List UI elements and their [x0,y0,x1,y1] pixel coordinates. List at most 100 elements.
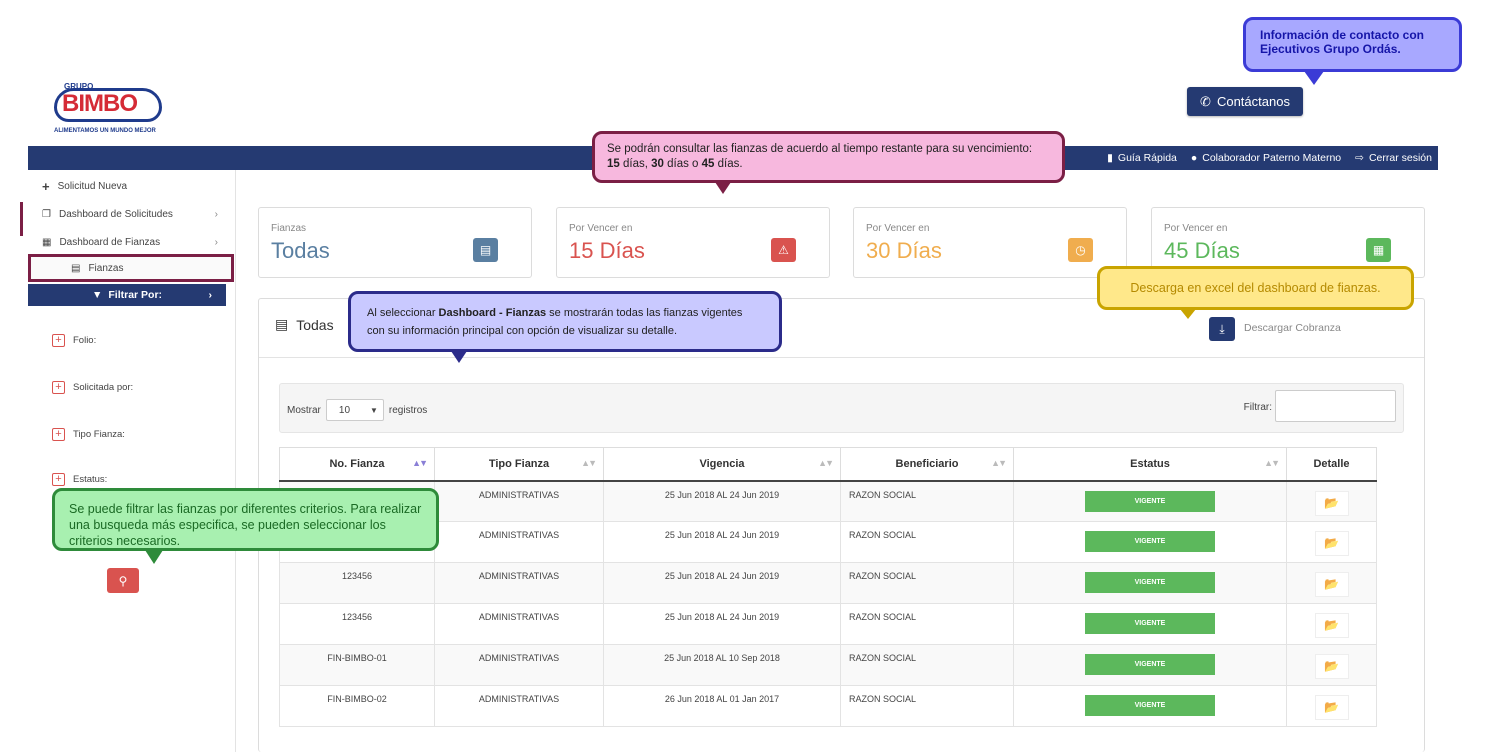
callout-text: Se puede filtrar las fianzas por diferen… [69,502,422,548]
document-icon: ▤ [71,262,81,274]
folder-open-icon[interactable]: 📂 [1314,695,1349,720]
status-badge: VIGENTE [1085,531,1215,552]
cell-beneficiario: RAZON SOCIAL [840,644,1014,686]
cell-detalle: 📂 [1286,521,1377,563]
book-icon: ▮ [1107,152,1113,164]
callout-bold-30: 30 [651,158,664,170]
status-badge: VIGENTE [1085,654,1215,675]
folder-open-icon[interactable]: 📂 [1314,490,1349,516]
column-beneficiario[interactable]: Beneficiario ▲▼ [840,447,1014,482]
callout-tail [145,550,163,564]
sidebar-item-dashboard-solicitudes[interactable]: ❐ Dashboard de Solicitudes › [28,201,228,227]
sidebar-subitem-label: Fianzas [88,262,124,274]
download-label[interactable]: Descargar Cobranza [1244,322,1341,334]
expand-plus-icon[interactable]: + [52,473,65,486]
cell-detalle: 📂 [1286,685,1377,727]
sidebar-active-marker [20,202,23,236]
cell-beneficiario: RAZON SOCIAL [840,603,1014,645]
table-toolbar: Mostrar 10 ▼ registros Filtrar: [279,383,1404,433]
user-name: Colaborador Paterno Materno [1202,152,1342,164]
page-size-select[interactable]: 10 ▼ [325,399,384,421]
filter-criterion-label: Estatus: [73,474,108,485]
column-estatus[interactable]: Estatus ▲▼ [1013,447,1287,482]
column-vigencia[interactable]: Vigencia ▲▼ [603,447,841,482]
filter-criterion-label: Folio: [73,335,97,346]
table-row: FIN-BIMBO-01 ADMINISTRATIVAS 25 Jun 2018… [279,644,1377,686]
column-no-fianza[interactable]: No. Fianza ▲▼ [279,447,435,482]
caret-down-icon: ▼ [369,405,378,415]
search-button[interactable]: ⚲ [107,568,139,593]
callout-text: Información de contacto con Ejecutivos G… [1260,28,1425,56]
clock-icon: ◷ [1068,238,1093,262]
top-nav-links: ▮ Guía Rápida ● Colaborador Paterno Matern… [1107,146,1432,170]
download-button[interactable]: ⤓ [1209,317,1235,341]
folder-open-icon[interactable]: 📂 [1314,613,1349,638]
search-icon: ⚲ [118,573,128,588]
cell-no-fianza: FIN-BIMBO-02 [279,685,435,727]
expand-plus-icon[interactable]: + [52,334,65,347]
cell-beneficiario: RAZON SOCIAL [840,562,1014,604]
cell-no-fianza: FIN-BIMBO-01 [279,644,435,686]
column-label: Beneficiario [895,457,959,470]
download-icon: ⤓ [1219,321,1225,336]
filter-panel-header[interactable]: ▼ Filtrar Por: › [28,284,226,306]
callout-bold-15: 15 [607,158,620,170]
callout-bold: Dashboard - Fianzas [438,307,547,319]
page-size-value: 10 [338,404,351,416]
filter-criterion-tipo-fianza[interactable]: + Tipo Fianza: [52,428,125,441]
filter-criterion-folio[interactable]: + Folio: [52,334,96,347]
logout-link[interactable]: ⇨ Cerrar sesión [1355,152,1432,164]
contact-button[interactable]: ✆ Contáctanos [1187,87,1303,116]
cell-estatus: VIGENTE [1013,685,1287,727]
cell-beneficiario: RAZON SOCIAL [840,685,1014,727]
folder-open-icon[interactable]: 📂 [1314,572,1349,597]
quick-guide-link[interactable]: ▮ Guía Rápida [1107,152,1177,164]
cell-no-fianza: 123456 [279,562,435,604]
sidebar-item-label: Solicitud Nueva [57,180,128,192]
user-menu[interactable]: ● Colaborador Paterno Materno [1191,152,1341,164]
cell-vigencia: 25 Jun 2018 AL 10 Sep 2018 [603,644,841,686]
callout-text: Al seleccionar [367,307,439,319]
show-label: Mostrar [287,404,321,416]
grid-icon: ▦ [1366,238,1391,262]
card-30-dias[interactable]: Por Vencer en 30 Días ◷ [853,207,1127,278]
callout-filtros: Se puede filtrar las fianzas por diferen… [52,488,439,564]
filter-input[interactable] [1275,390,1396,422]
folder-open-icon[interactable]: 📂 [1314,654,1349,679]
quick-guide-label: Guía Rápida [1117,152,1177,164]
cell-beneficiario: RAZON SOCIAL [840,521,1014,563]
column-label: Estatus [1130,457,1170,470]
filter-criterion-solicitada-por[interactable]: + Solicitada por: [52,381,133,394]
sidebar-subitem-fianzas[interactable]: ▤ Fianzas [28,254,234,282]
folder-open-icon[interactable]: 📂 [1314,531,1349,556]
logout-label: Cerrar sesión [1368,152,1432,164]
sort-icon: ▲▼ [1264,458,1280,468]
card-label: Por Vencer en [866,223,930,234]
callout-text: días. [714,158,743,170]
card-label: Fianzas [271,223,307,234]
cell-vigencia: 25 Jun 2018 AL 24 Jun 2019 [603,480,841,522]
expand-plus-icon[interactable]: + [52,381,65,394]
column-tipo-fianza[interactable]: Tipo Fianza ▲▼ [434,447,604,482]
card-value: 15 Días [569,238,645,263]
sort-icon: ▲▼ [991,458,1007,468]
filter-criterion-estatus[interactable]: + Estatus: [52,473,107,486]
cell-estatus: VIGENTE [1013,480,1287,522]
filter-label: Filtrar: [1243,402,1272,413]
sidebar-item-label: Dashboard de Solicitudes [58,208,173,220]
sidebar-item-solicitud-nueva[interactable]: + Solicitud Nueva [28,173,228,199]
sort-icon: ▲▼ [581,458,597,468]
expand-plus-icon[interactable]: + [52,428,65,441]
status-badge: VIGENTE [1085,695,1215,716]
user-icon: ● [1190,152,1198,164]
sidebar-item-dashboard-fianzas[interactable]: ▦ Dashboard de Fianzas › [28,229,228,255]
chevron-right-icon: › [214,208,218,220]
card-value: Todas [271,238,330,263]
column-label: Tipo Fianza [488,457,550,470]
table-row: 123456 ADMINISTRATIVAS 25 Jun 2018 AL 24… [279,562,1377,604]
contact-button-label: Contáctanos [1216,94,1290,109]
card-todas[interactable]: Fianzas Todas ▤ [258,207,532,278]
status-badge: VIGENTE [1085,613,1215,634]
copy-icon: ❐ [42,208,51,220]
card-15-dias[interactable]: Por Vencer en 15 Días ⚠ [556,207,830,278]
